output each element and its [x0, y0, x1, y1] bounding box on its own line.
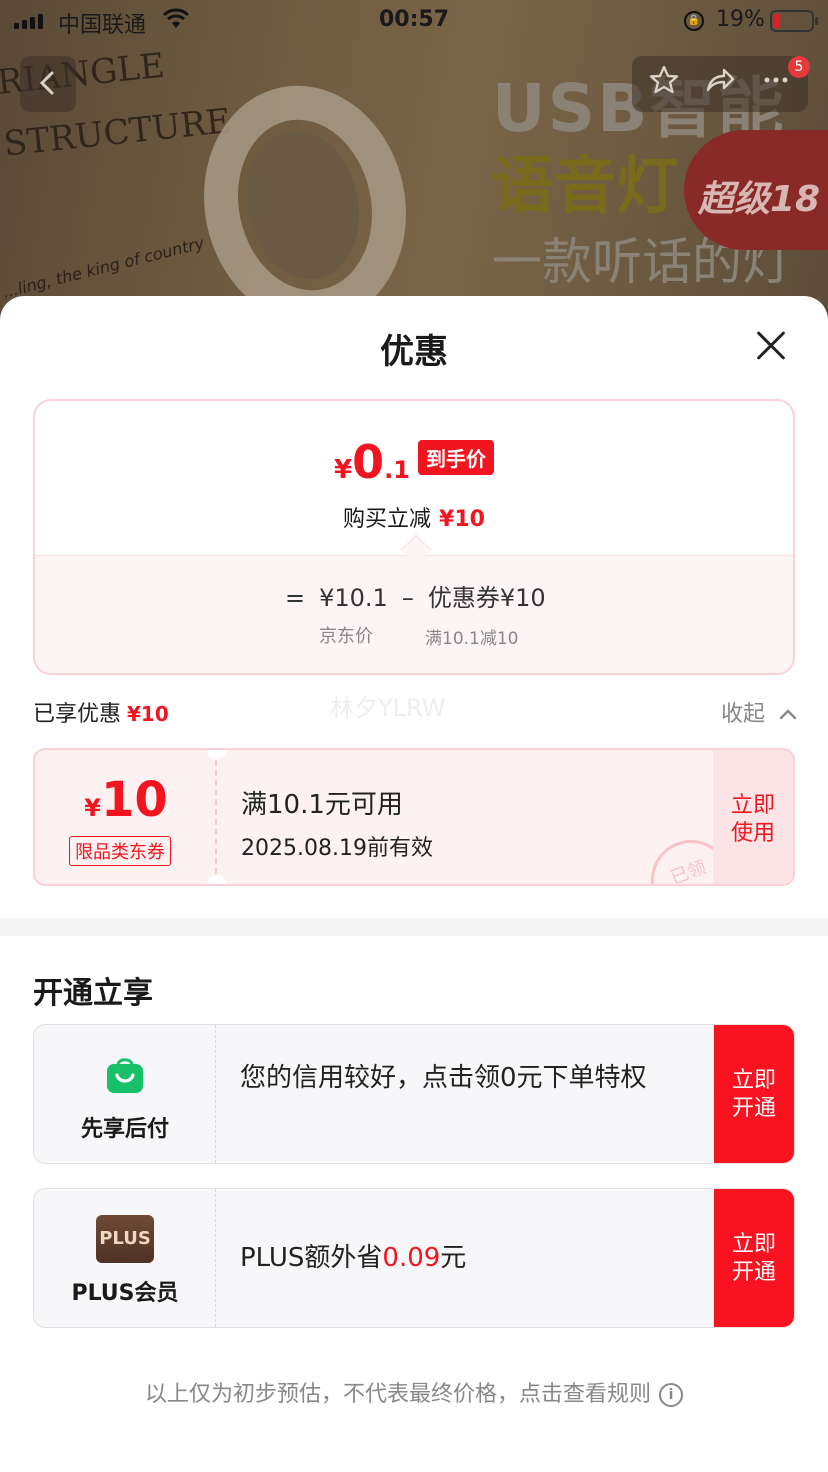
- price-summary: ¥0.1 到手价 购买立减 ¥10: [35, 401, 793, 555]
- offer-pay-later-brand: 先享后付: [34, 1025, 216, 1163]
- rotation-lock-icon: 🔒: [684, 11, 704, 31]
- discount-sheet: 优惠 ¥0.1 到手价 购买立减 ¥10 = ¥10.1– 优惠券¥10 京东价 满10…: [0, 296, 828, 1472]
- shopping-bag-icon: [107, 1058, 143, 1093]
- status-bar: 中国联通 00:57 🔒 19%: [0, 0, 828, 42]
- chevron-up-icon: [779, 709, 797, 720]
- close-button[interactable]: [752, 326, 792, 366]
- activate-plus-button[interactable]: 立即 开通: [714, 1189, 794, 1327]
- section-divider: [0, 918, 828, 936]
- offer-plus-member: PLUS PLUS会员 PLUS额外省0.09元 立即 开通: [33, 1188, 795, 1328]
- price-formula: = ¥10.1– 优惠券¥10 京东价 满10.1减10: [35, 555, 793, 673]
- instant-discount-text: 购买立减 ¥10: [343, 507, 485, 532]
- enjoyed-discount: 已享优惠 ¥10: [33, 702, 169, 727]
- banner-lamp-title: 语音灯: [492, 149, 679, 222]
- back-button[interactable]: [20, 56, 76, 112]
- share-icon[interactable]: [700, 64, 740, 104]
- rules-note[interactable]: 以上仅为初步预估，不代表最终价格，点击查看规则 i: [0, 1376, 828, 1408]
- coupon-card: ¥10 限品类东券 满10.1元可用 2025.08.19前有效 已领 立即 使用: [33, 748, 795, 886]
- battery-icon: [770, 10, 818, 32]
- info-icon: i: [659, 1383, 683, 1407]
- coupon-amount: ¥10: [84, 772, 168, 828]
- jd-price-label: 京东价: [319, 626, 373, 647]
- coupon-notch-bottom: [207, 875, 227, 884]
- favorite-star-icon[interactable]: [644, 64, 684, 104]
- use-coupon-button[interactable]: 立即 使用: [713, 750, 793, 884]
- battery-percent: 19%: [716, 7, 765, 32]
- activate-pay-later-button[interactable]: 立即 开通: [714, 1025, 794, 1163]
- price-formula-line: = ¥10.1– 优惠券¥10: [285, 584, 546, 612]
- plus-logo-icon: PLUS: [96, 1215, 154, 1263]
- offer-pay-later-label: 先享后付: [80, 1117, 169, 1142]
- banner-text-small: ...ling, the king of country: [0, 233, 206, 302]
- price-breakdown-card: ¥0.1 到手价 购买立减 ¥10 = ¥10.1– 优惠券¥10 京东价 满10.1减…: [33, 399, 795, 675]
- offer-pay-later: 先享后付 您的信用较好，点击领0元下单特权 立即 开通: [33, 1024, 795, 1164]
- product-banner: RIANGLE STRUCTURE ...ling, the king of c…: [0, 0, 828, 330]
- coupon-rule-label: 满10.1减10: [425, 629, 519, 649]
- banner-badge: 超级18: [684, 130, 828, 250]
- chevron-left-icon: [39, 71, 54, 95]
- offer-pay-later-text: 您的信用较好，点击领0元下单特权: [240, 1063, 647, 1093]
- final-price-tag: 到手价: [417, 440, 494, 475]
- offer-plus-brand: PLUS PLUS会员: [34, 1189, 216, 1327]
- coupon-expiry: 2025.08.19前有效: [241, 836, 433, 861]
- message-count-badge: 5: [788, 56, 810, 78]
- watermark: 林夕YLRW: [330, 694, 446, 722]
- collapse-button[interactable]: 收起: [721, 696, 798, 728]
- coupon-type-badge: 限品类东券: [69, 836, 171, 866]
- top-nav-actions: [632, 56, 808, 112]
- final-price: ¥0.1 到手价: [35, 435, 793, 489]
- offer-plus-text: PLUS额外省0.09元: [240, 1243, 467, 1273]
- coupon-value: ¥10 限品类东券: [35, 750, 217, 884]
- offer-plus-label: PLUS会员: [71, 1281, 179, 1306]
- sheet-title: 优惠: [380, 332, 448, 372]
- section-title-activate: 开通立享: [33, 976, 153, 1011]
- coupon-condition: 满10.1元可用: [241, 790, 403, 820]
